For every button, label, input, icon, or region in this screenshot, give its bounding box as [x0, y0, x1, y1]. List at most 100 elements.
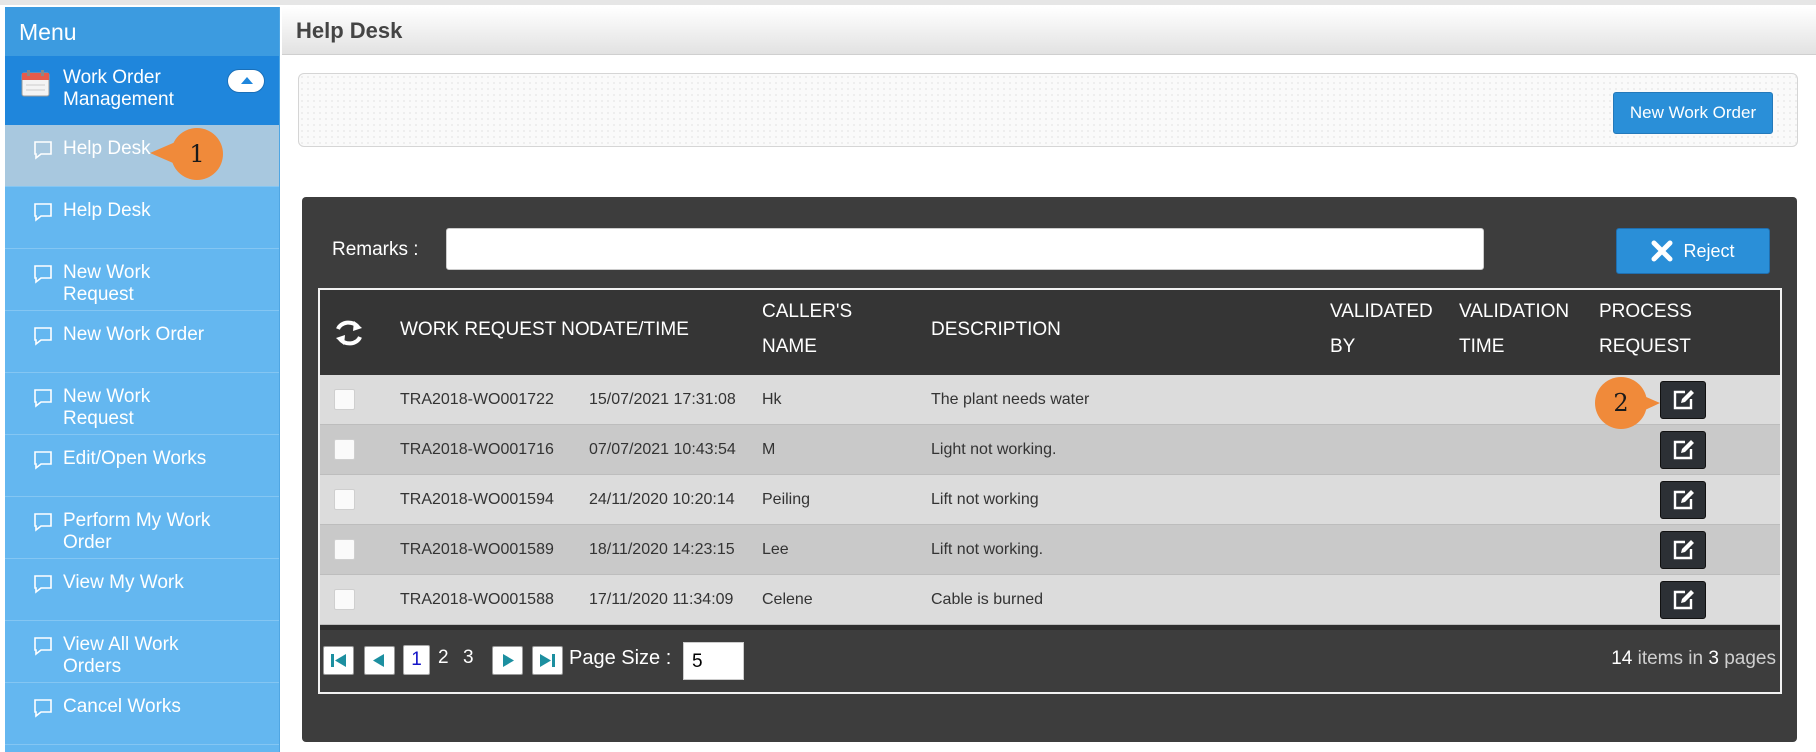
sidebar-item-help-desk[interactable]: Help Desk	[5, 187, 279, 249]
table-row: TRA2018-WO001589 18/11/2020 14:23:15 Lee…	[320, 525, 1780, 575]
col-validated-by-line2: BY	[1330, 336, 1356, 357]
cell-description: Lift not working.	[931, 541, 1044, 558]
page-2-button[interactable]: 2	[438, 647, 449, 669]
grid-header: WORK REQUEST NO. DATE/TIME CALLER'S NAME…	[320, 290, 1780, 375]
cell-datetime: 07/07/2021 10:43:54	[589, 441, 736, 458]
sidebar-item-label: Perform My Work Order	[63, 510, 211, 553]
pager-summary: 14 items in 3 pages	[1611, 648, 1776, 670]
x-icon	[1651, 240, 1673, 262]
col-work-request-no[interactable]: WORK REQUEST NO.	[400, 312, 595, 347]
col-process-request[interactable]: PROCESS REQUEST	[1599, 294, 1692, 364]
edit-icon	[1673, 590, 1694, 610]
edit-icon	[1673, 490, 1694, 510]
work-request-grid: WORK REQUEST NO. DATE/TIME CALLER'S NAME…	[318, 288, 1782, 694]
process-request-button[interactable]	[1660, 431, 1706, 469]
top-strip	[0, 0, 1816, 5]
sidebar-header: Menu	[5, 7, 279, 56]
page-title: Help Desk	[282, 7, 1816, 55]
cell-wr-no: TRA2018-WO001589	[400, 541, 554, 558]
sidebar-item-perform-my-work-order[interactable]: Perform My Work Order	[5, 497, 279, 559]
chat-bubble-icon	[34, 265, 52, 284]
cell-caller: Lee	[762, 541, 789, 558]
cell-datetime: 17/11/2020 11:34:09	[589, 591, 734, 608]
col-validation-time[interactable]: VALIDATION TIME	[1459, 294, 1569, 364]
remarks-input[interactable]	[446, 228, 1484, 270]
refresh-icon[interactable]	[334, 317, 364, 349]
module-label: Work Order Management	[63, 67, 174, 110]
table-row: TRA2018-WO001722 15/07/2021 17:31:08 Hk …	[320, 375, 1780, 425]
col-validation-time-line1: VALIDATION	[1459, 301, 1570, 322]
cell-description: Light not working.	[931, 441, 1057, 458]
reject-button[interactable]: Reject	[1616, 228, 1770, 274]
page-size-input[interactable]: 5	[683, 642, 744, 680]
row-checkbox[interactable]	[334, 389, 355, 410]
cell-wr-no: TRA2018-WO001722	[400, 391, 554, 408]
page-size-label: Page Size :	[569, 647, 672, 669]
page-1-button[interactable]: 1	[403, 645, 430, 675]
col-validated-by[interactable]: VALIDATED BY	[1330, 294, 1433, 364]
table-row: TRA2018-WO001594 24/11/2020 10:20:14 Pei…	[320, 475, 1780, 525]
total-items: 14	[1611, 648, 1633, 669]
sidebar-item-cancel-works[interactable]: Cancel Works	[5, 683, 279, 745]
row-checkbox[interactable]	[334, 489, 355, 510]
sidebar-item-label: New Work Request	[63, 386, 151, 429]
next-page-button[interactable]	[492, 646, 523, 675]
chat-bubble-icon	[34, 699, 52, 718]
chat-bubble-icon	[34, 575, 52, 594]
col-description[interactable]: DESCRIPTION	[931, 312, 1061, 347]
table-row: TRA2018-WO001716 07/07/2021 10:43:54 M L…	[320, 425, 1780, 475]
col-process-request-line2: REQUEST	[1599, 336, 1691, 357]
prev-page-button[interactable]	[364, 646, 395, 675]
chat-bubble-icon	[34, 141, 52, 160]
sidebar-item-label: New Work Request	[63, 262, 151, 305]
col-validated-by-line1: VALIDATED	[1330, 301, 1433, 322]
col-process-request-line1: PROCESS	[1599, 301, 1692, 322]
sidebar-item-label: Help Desk	[63, 200, 151, 221]
callout-2: 2	[1595, 377, 1647, 429]
last-page-button[interactable]	[532, 646, 563, 675]
col-validation-time-line2: TIME	[1459, 336, 1505, 357]
col-callers-name[interactable]: CALLER'S NAME	[762, 294, 852, 364]
cell-description: The plant needs water	[931, 391, 1090, 408]
cell-datetime: 15/07/2021 17:31:08	[589, 391, 736, 408]
sidebar-item-view-all-work-orders[interactable]: View All Work Orders	[5, 621, 279, 683]
cell-caller: Peiling	[762, 491, 811, 508]
col-callers-name-line1: CALLER'S	[762, 301, 853, 322]
total-pages: 3	[1708, 648, 1719, 669]
first-page-button[interactable]	[323, 646, 354, 675]
process-request-button[interactable]	[1660, 481, 1706, 519]
items-text: items in	[1637, 648, 1704, 669]
reject-label: Reject	[1683, 240, 1735, 261]
cell-wr-no: TRA2018-WO001594	[400, 491, 554, 508]
callout-1: 1	[171, 128, 223, 180]
sidebar-item-edit-open-works[interactable]: Edit/Open Works	[5, 435, 279, 497]
row-checkbox[interactable]	[334, 589, 355, 610]
sidebar-item-new-work-request-2[interactable]: New Work Request	[5, 373, 279, 435]
table-row: TRA2018-WO001588 17/11/2020 11:34:09 Cel…	[320, 575, 1780, 625]
chat-bubble-icon	[34, 203, 52, 222]
sidebar-item-label: New Work Order	[63, 324, 205, 345]
collapse-module-button[interactable]	[227, 69, 265, 93]
edit-icon	[1673, 440, 1694, 460]
cell-caller: Celene	[762, 591, 813, 608]
chat-bubble-icon	[34, 513, 52, 532]
process-request-button[interactable]	[1660, 581, 1706, 619]
process-request-button[interactable]	[1660, 531, 1706, 569]
col-date-time[interactable]: DATE/TIME	[589, 312, 689, 347]
sidebar-item-label: View All Work Orders	[63, 634, 179, 677]
row-checkbox[interactable]	[334, 539, 355, 560]
sidebar-item-new-work-request[interactable]: New Work Request	[5, 249, 279, 311]
cell-wr-no: TRA2018-WO001716	[400, 441, 554, 458]
sidebar-item-new-work-order[interactable]: New Work Order	[5, 311, 279, 373]
module-work-order-management[interactable]: Work Order Management	[5, 56, 279, 125]
sidebar-item-label: Edit/Open Works	[63, 448, 207, 469]
page-3-button[interactable]: 3	[463, 647, 474, 669]
sidebar-item-help-desk-active[interactable]: Help Desk	[5, 125, 279, 187]
sidebar-item-view-my-work[interactable]: View My Work	[5, 559, 279, 621]
cell-datetime: 24/11/2020 10:20:14	[589, 491, 735, 508]
row-checkbox[interactable]	[334, 439, 355, 460]
new-work-order-button[interactable]: New Work Order	[1613, 92, 1773, 134]
chat-bubble-icon	[34, 389, 52, 408]
sidebar-item-label: Help Desk	[63, 138, 151, 159]
pager: 1 2 3 Page Size : 5 14 items in 3 pages	[320, 630, 1780, 692]
